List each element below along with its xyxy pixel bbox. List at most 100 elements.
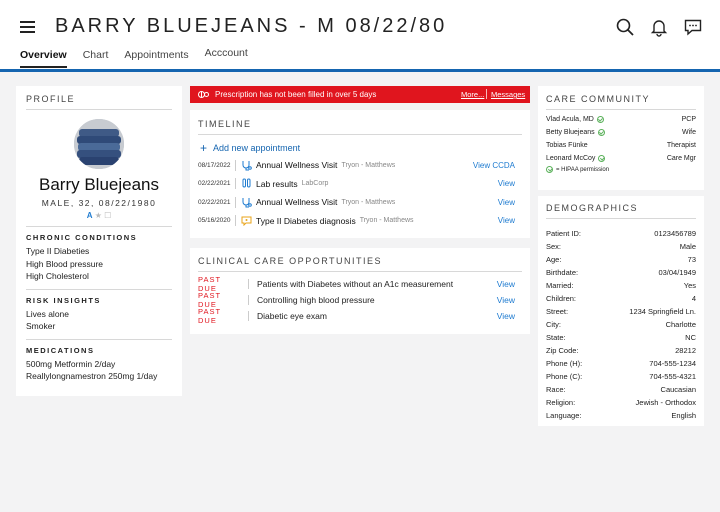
demographic-value: Caucasian <box>660 385 696 394</box>
timeline-title-text: Lab results <box>256 178 298 189</box>
chat-icon[interactable] <box>683 17 703 37</box>
tab-overview[interactable]: Overview <box>20 49 67 68</box>
divider <box>248 311 249 321</box>
member-name: Vlad Acula, MD <box>546 116 594 123</box>
demographic-value: 28212 <box>675 346 696 355</box>
timeline-row: 05/16/2020 Type II Diabetes diagnosis Tr… <box>198 212 522 231</box>
a-badge-icon: A <box>86 211 93 220</box>
check-circle-icon <box>597 129 605 136</box>
view-link[interactable]: View <box>498 216 515 225</box>
demographic-label: Age: <box>546 255 562 264</box>
timeline-date: 02/22/2021 <box>198 198 231 206</box>
care-opportunity-text: Controlling high blood pressure <box>257 295 375 305</box>
demographic-value: Male <box>679 242 696 251</box>
demographic-label: Religion: <box>546 398 576 407</box>
care-member-row[interactable]: Betty Bluejeans Wife <box>546 126 696 139</box>
view-link[interactable]: View <box>498 179 515 188</box>
demographic-value: 4 <box>691 294 696 303</box>
care-opportunity-row: PAST DUE Controlling high blood pressure… <box>198 291 522 309</box>
demographic-row: State: NC <box>546 331 696 344</box>
risk-insights-title: RISK INSIGHTS <box>26 295 101 305</box>
demographic-value: 73 <box>687 255 696 264</box>
member-name: Leonard McCoy <box>546 155 596 162</box>
care-member-row[interactable]: Leonard McCoy Care Mgr <box>546 152 696 165</box>
check-circle-icon <box>596 116 604 123</box>
add-appointment-label: Add new appointment <box>213 143 301 153</box>
view-ccda-link[interactable]: View CCDA <box>473 161 515 170</box>
divider <box>235 159 236 171</box>
demographic-row: Phone (C): 704-555-4321 <box>546 370 696 383</box>
timeline-location: LabCorp <box>301 180 329 188</box>
check-circle-icon <box>546 166 553 173</box>
timeline-card: TIMELINE + Add new appointment 08/17/202… <box>190 110 530 238</box>
chronic-conditions-section: CHRONIC CONDITIONS Type II Diabeties Hig… <box>26 226 172 283</box>
demographic-label: City: <box>546 320 561 329</box>
demographic-label: Married: <box>546 281 574 290</box>
alert-messages-link[interactable]: Messages <box>491 90 525 99</box>
timeline-location: Tryon - Matthews <box>341 161 396 169</box>
patient-name: Barry Bluejeans <box>38 175 159 194</box>
patient-info: MALE, 32, 08/22/1980 <box>41 198 157 208</box>
care-community-title: CARE COMMUNITY <box>546 94 696 110</box>
profile-title: PROFILE <box>26 94 172 110</box>
list-item: Type II Diabeties <box>26 246 90 256</box>
tab-chart[interactable]: Chart <box>83 49 109 68</box>
tab-account[interactable]: Acccount <box>205 47 248 66</box>
demographic-label: Children: <box>546 294 577 303</box>
status-badge: PAST DUE <box>198 307 221 325</box>
list-item: Reallylongnamestron 250mg 1/day <box>26 371 158 381</box>
demographic-value: Charlotte <box>665 320 696 329</box>
check-circle-icon <box>598 155 606 162</box>
view-link[interactable]: View <box>497 295 515 305</box>
care-member-row[interactable]: Tobias Fünke Therapist <box>546 139 696 152</box>
list-item: Smoker <box>26 321 56 331</box>
search-icon[interactable] <box>615 17 635 37</box>
member-role: PCP <box>681 116 696 123</box>
star-icon[interactable]: ★ <box>95 211 102 220</box>
bell-icon[interactable] <box>649 17 669 37</box>
profile-card: PROFILE Barry Bluejeans MALE, 32, 08/22/… <box>16 86 182 396</box>
medications-section: MEDICATIONS 500mg Metformin 2/day Really… <box>26 338 172 383</box>
menu-icon[interactable] <box>20 21 35 33</box>
medications-title: MEDICATIONS <box>26 345 95 355</box>
alert-banner: Prescription has not been filled in over… <box>190 86 530 103</box>
document-icon[interactable]: ☐ <box>104 211 111 220</box>
demographic-row: Phone (H): 704-555-1234 <box>546 357 696 370</box>
timeline-row: 02/22/2021 Lab results LabCorp View <box>198 175 522 194</box>
care-opportunity-text: Patients with Diabetes without an A1c me… <box>257 279 454 289</box>
demographic-row: Sex: Male <box>546 240 696 253</box>
timeline-title-text: Type II Diabetes diagnosis <box>256 215 356 226</box>
view-link[interactable]: View <box>497 279 515 289</box>
page-title: BARRY BLUEJEANS - M 08/22/80 <box>55 15 448 37</box>
demographic-label: Phone (H): <box>546 359 583 368</box>
timeline-location: Tryon - Matthews <box>359 217 414 225</box>
add-appointment-button[interactable]: + Add new appointment <box>200 141 522 155</box>
demographic-label: State: <box>546 333 566 342</box>
timeline-date: 05/16/2020 <box>198 217 231 225</box>
timeline-date: 02/22/2021 <box>198 180 231 188</box>
tab-appointments[interactable]: Appointments <box>124 49 188 68</box>
list-item: High Blood pressure <box>26 258 104 269</box>
demographic-label: Street: <box>546 307 569 316</box>
list-item: High Cholesterol <box>26 271 89 281</box>
member-role: Wife <box>682 129 696 136</box>
demographic-row: Language: English <box>546 409 696 422</box>
demographic-label: Zip Code: <box>546 346 579 355</box>
diagnosis-bubble-icon <box>241 216 252 227</box>
view-link[interactable]: View <box>497 311 515 321</box>
timeline-title: TIMELINE <box>198 119 522 135</box>
care-member-row[interactable]: Vlad Acula, MD PCP <box>546 113 696 126</box>
risk-insights-section: RISK INSIGHTS Lives alone Smoker <box>26 288 172 333</box>
demographic-row: Zip Code: 28212 <box>546 344 696 357</box>
demographic-row: City: Charlotte <box>546 318 696 331</box>
view-link[interactable]: View <box>498 198 515 207</box>
pill-icon <box>198 91 209 98</box>
divider <box>486 89 487 99</box>
app-header: BARRY BLUEJEANS - M 08/22/80 Overview Ch… <box>0 0 720 72</box>
care-opportunity-row: PAST DUE Patients with Diabetes without … <box>198 275 522 293</box>
demographics-title: DEMOGRAPHICS <box>546 203 696 219</box>
demographic-label: Birthdate: <box>546 268 579 277</box>
demographic-row: Street: 1234 Springfield Ln. <box>546 305 696 318</box>
alert-more-link[interactable]: More... <box>461 90 484 99</box>
care-community-card: CARE COMMUNITY Vlad Acula, MD PCP Betty … <box>538 86 704 190</box>
